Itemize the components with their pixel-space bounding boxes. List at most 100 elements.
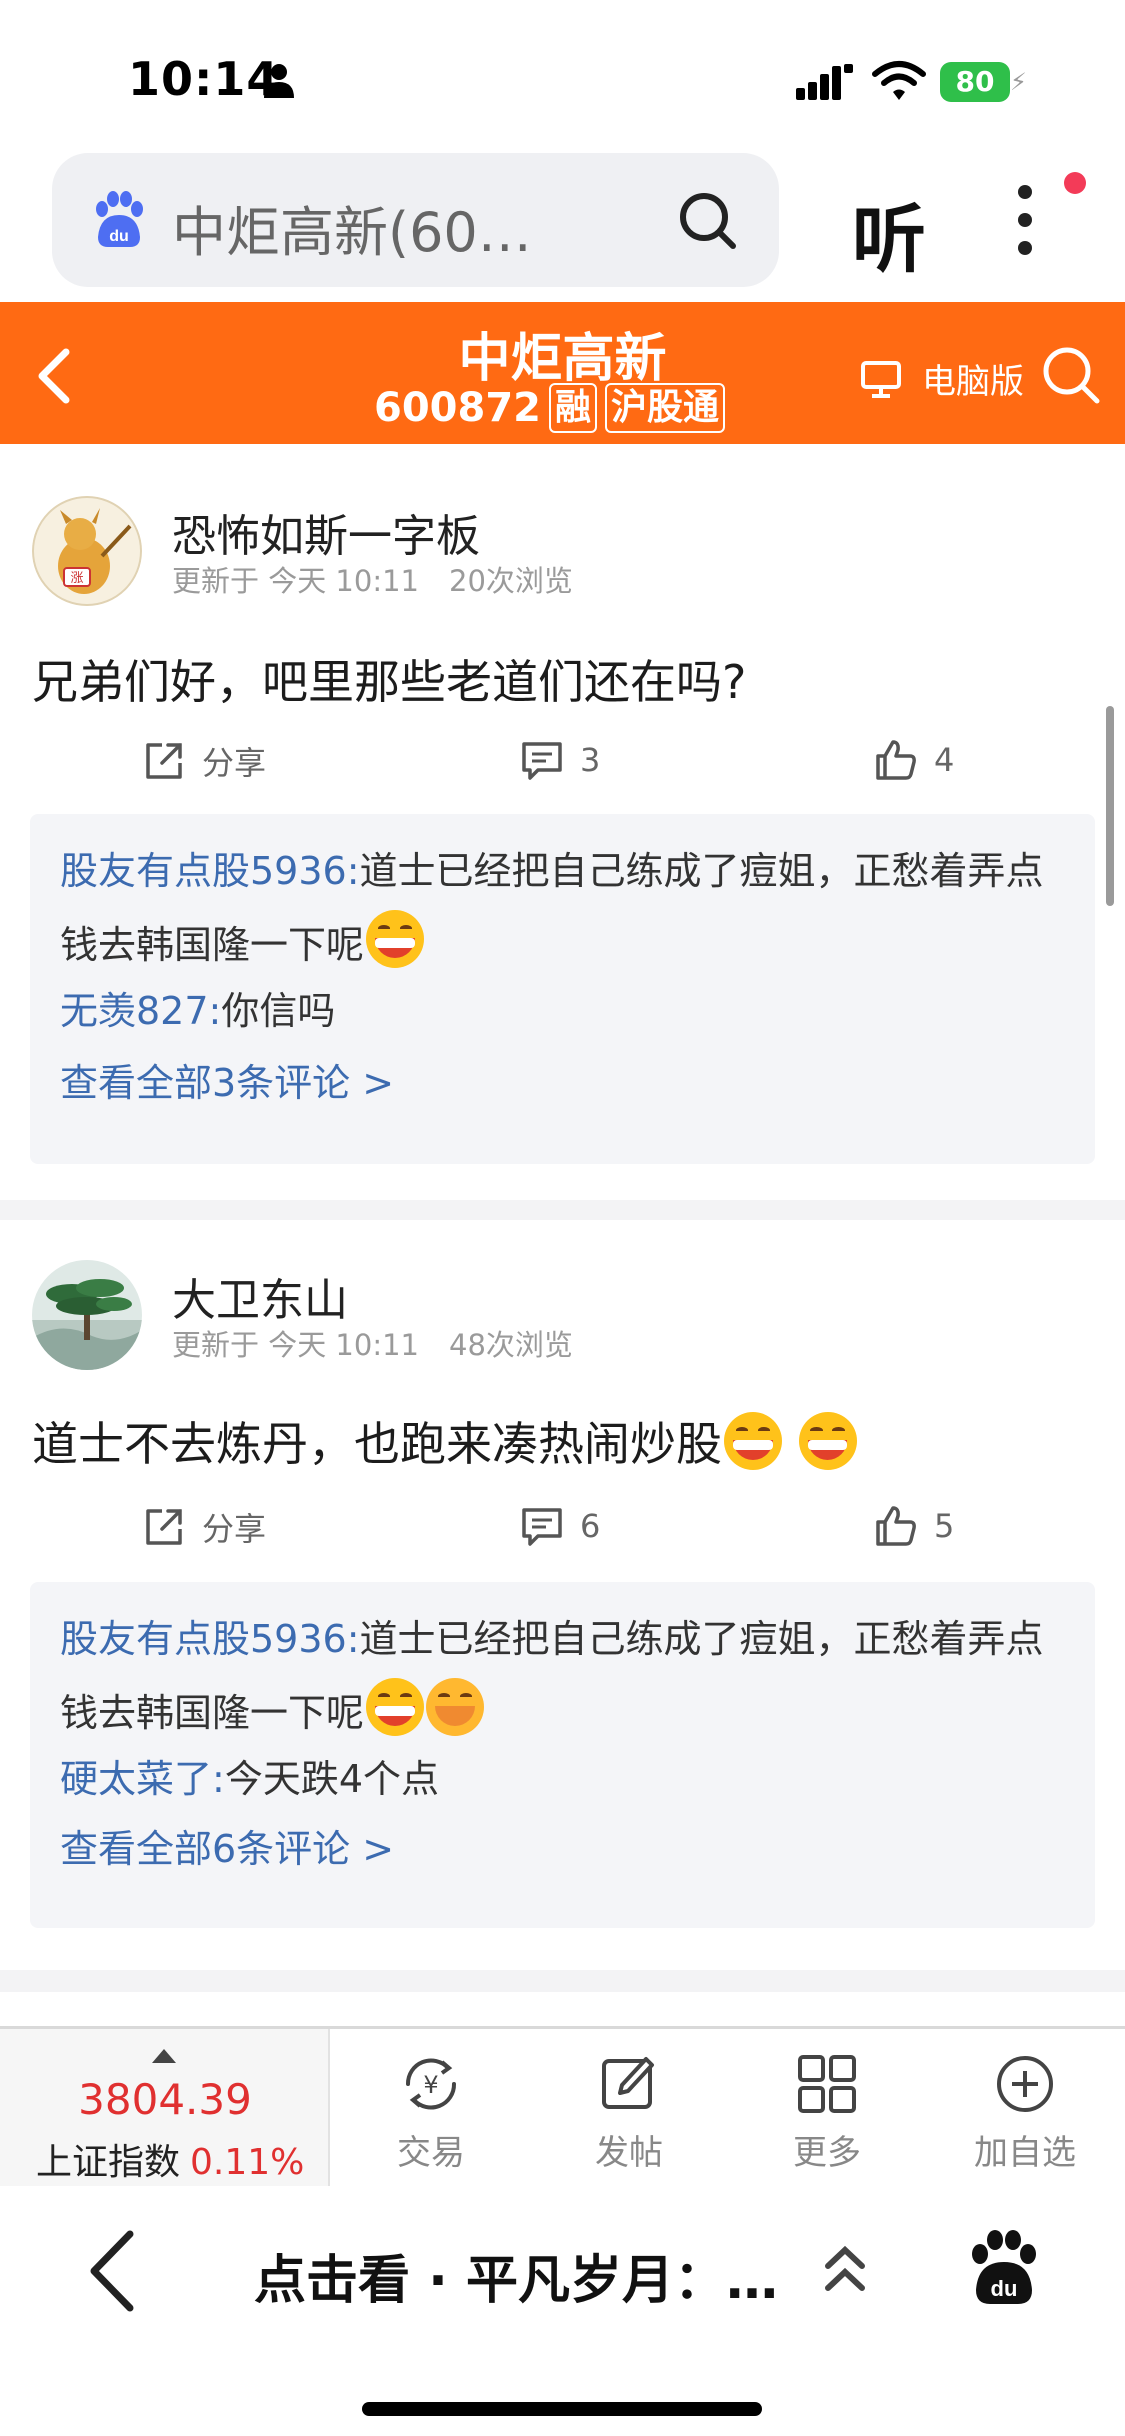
stock-code: 600872 xyxy=(374,385,541,431)
index-label: 上证指数 0.11% xyxy=(36,2133,304,2185)
comment-text: 你信吗 xyxy=(221,989,336,1033)
stock-header: 中炬高新 600872 融 沪股通 电脑版 xyxy=(0,302,1125,444)
yuan-cycle-icon: ¥ xyxy=(405,2058,457,2110)
person-icon xyxy=(264,64,294,98)
post-label: 发帖 xyxy=(595,2133,663,2173)
comment-preview[interactable]: 股友有点股5936:道士已经把自己练成了痘姐，正愁着弄点 钱去韩国隆一下呢 无羡… xyxy=(30,814,1095,1164)
margin-tag: 融 xyxy=(549,383,598,433)
comment-button[interactable]: 3 xyxy=(520,738,600,782)
page-title[interactable]: 点击看 · 平凡岁月：… xyxy=(254,2238,778,2313)
charging-icon: ⚡ xyxy=(1010,68,1027,96)
comment-text: 钱去韩国隆一下呢 xyxy=(60,923,365,967)
connect-tag: 沪股通 xyxy=(605,383,726,433)
wifi-icon xyxy=(872,61,926,100)
grid-icon xyxy=(798,2055,856,2113)
comment-item-continued: 钱去韩国隆一下呢 xyxy=(60,1678,485,1737)
grinning-emoji-icon xyxy=(724,1412,782,1470)
post-card[interactable]: 涨 恐怖如斯一字板 更新于 今天 10:11 20次浏览 兄弟们好，吧里那些老道们… xyxy=(0,444,1125,1200)
svg-text:¥: ¥ xyxy=(423,2071,438,2099)
search-query: 中炬高新(60… xyxy=(172,201,532,264)
scrollbar[interactable] xyxy=(1106,706,1114,906)
comment-preview[interactable]: 股友有点股5936:道士已经把自己练成了痘姐，正愁着弄点 钱去韩国隆一下呢 硬太… xyxy=(30,1582,1095,1928)
comment-count: 6 xyxy=(580,1507,601,1545)
more-menu-icon[interactable] xyxy=(1010,180,1040,260)
post-button[interactable]: 发帖 xyxy=(564,2051,694,2174)
comment-item: 股友有点股5936:道士已经把自己练成了痘姐，正愁着弄点 xyxy=(60,1608,1044,1663)
index-panel[interactable]: 3804.39 上证指数 0.11% xyxy=(0,2029,330,2186)
more-button[interactable]: 更多 xyxy=(762,2051,892,2174)
like-count: 4 xyxy=(934,741,955,779)
share-button[interactable]: 分享 xyxy=(142,738,266,784)
back-icon[interactable] xyxy=(84,2226,140,2316)
comment-item: 无羡827:你信吗 xyxy=(60,980,335,1035)
comment-button[interactable]: 6 xyxy=(520,1504,600,1548)
thumbs-up-icon xyxy=(876,1506,916,1546)
like-button[interactable]: 4 xyxy=(874,738,954,782)
comment-user[interactable]: 股友有点股5936: xyxy=(60,1617,360,1661)
trade-button[interactable]: ¥ 交易 xyxy=(366,2051,496,2174)
expand-up-icon[interactable] xyxy=(152,2049,176,2063)
add-watchlist-label: 加自选 xyxy=(974,2133,1076,2173)
status-time: 10:14 xyxy=(128,52,280,106)
post-actions: 分享 6 5 xyxy=(0,1504,1125,1564)
chevron-up-icon[interactable] xyxy=(820,2242,870,2302)
like-button[interactable]: 5 xyxy=(874,1504,954,1548)
search-icon[interactable] xyxy=(1040,344,1102,406)
comment-user[interactable]: 无羡827: xyxy=(60,989,221,1033)
shushing-emoji-icon xyxy=(426,1678,485,1736)
svg-text:涨: 涨 xyxy=(70,571,83,586)
share-label: 分享 xyxy=(202,744,267,782)
avatar[interactable] xyxy=(32,1260,142,1370)
view-all-comments-link[interactable]: 查看全部6条评论 > xyxy=(60,1818,394,1873)
status-bar: 10:14 80 ⚡ xyxy=(0,0,1125,150)
view-count: 20次浏览 xyxy=(449,564,573,598)
battery-level: 80 xyxy=(940,62,1010,102)
updated-time: 更新于 今天 10:11 xyxy=(172,1328,420,1362)
search-box[interactable]: du 中炬高新(60… xyxy=(52,153,779,287)
share-label: 分享 xyxy=(202,1510,267,1548)
comment-item: 硬太菜了:今天跌4个点 xyxy=(60,1748,439,1803)
listen-button[interactable]: 听 xyxy=(852,180,926,287)
author-name[interactable]: 恐怖如斯一字板 xyxy=(172,500,480,564)
plus-circle-icon xyxy=(997,2056,1053,2112)
index-name: 上证指数 xyxy=(36,2142,181,2183)
laughing-emoji-icon xyxy=(366,910,425,968)
share-icon xyxy=(146,1509,182,1545)
divider xyxy=(0,1970,1125,1992)
monitor-icon[interactable] xyxy=(860,358,902,400)
edit-icon xyxy=(602,2057,654,2109)
home-indicator[interactable] xyxy=(362,2402,762,2416)
search-icon[interactable] xyxy=(676,189,738,251)
comment-item: 股友有点股5936:道士已经把自己练成了痘姐，正愁着弄点 xyxy=(60,840,1044,895)
laughing-emoji-icon xyxy=(366,1678,425,1736)
post-meta: 更新于 今天 10:11 20次浏览 xyxy=(172,558,603,600)
comment-count: 3 xyxy=(580,741,601,779)
browser-bar: 点击看 · 平凡岁月：… du xyxy=(0,2186,1125,2436)
divider xyxy=(0,1200,1125,1220)
index-value: 3804.39 xyxy=(78,2075,252,2124)
svg-text:du: du xyxy=(991,2276,1018,2301)
cellular-signal-icon xyxy=(796,64,853,100)
post-card[interactable]: 大卫东山 更新于 今天 10:11 48次浏览 道士不去炼丹，也跑来凑热闹炒股 分… xyxy=(0,1220,1125,1976)
search-row: du 中炬高新(60… 听 xyxy=(0,150,1125,300)
comment-item-continued: 钱去韩国隆一下呢 xyxy=(60,910,425,969)
pc-version-link[interactable]: 电脑版 xyxy=(922,354,1024,403)
comment-text: 道士已经把自己练成了痘姐，正愁着弄点 xyxy=(359,849,1044,893)
share-button[interactable]: 分享 xyxy=(142,1504,266,1550)
index-change: 0.11% xyxy=(190,2142,305,2183)
view-count: 48次浏览 xyxy=(449,1328,573,1362)
post-actions: 分享 3 4 xyxy=(0,738,1125,798)
avatar[interactable]: 涨 xyxy=(32,496,142,606)
battery-icon: 80 ⚡ xyxy=(940,62,1027,102)
stock-meta: 600872 融 沪股通 xyxy=(374,382,726,434)
baidu-paw-icon: du xyxy=(96,191,143,247)
baidu-paw-icon[interactable]: du xyxy=(966,2230,1042,2306)
comment-user[interactable]: 股友有点股5936: xyxy=(60,849,360,893)
comment-text: 钱去韩国隆一下呢 xyxy=(60,1691,365,1735)
add-watchlist-button[interactable]: 加自选 xyxy=(960,2051,1090,2174)
post-text[interactable]: 兄弟们好，吧里那些老道们还在吗? xyxy=(32,646,746,712)
comment-user[interactable]: 硬太菜了: xyxy=(60,1757,225,1801)
author-name[interactable]: 大卫东山 xyxy=(172,1264,348,1328)
post-text[interactable]: 道士不去炼丹，也跑来凑热闹炒股 xyxy=(32,1408,857,1474)
view-all-comments-link[interactable]: 查看全部3条评论 > xyxy=(60,1052,394,1107)
